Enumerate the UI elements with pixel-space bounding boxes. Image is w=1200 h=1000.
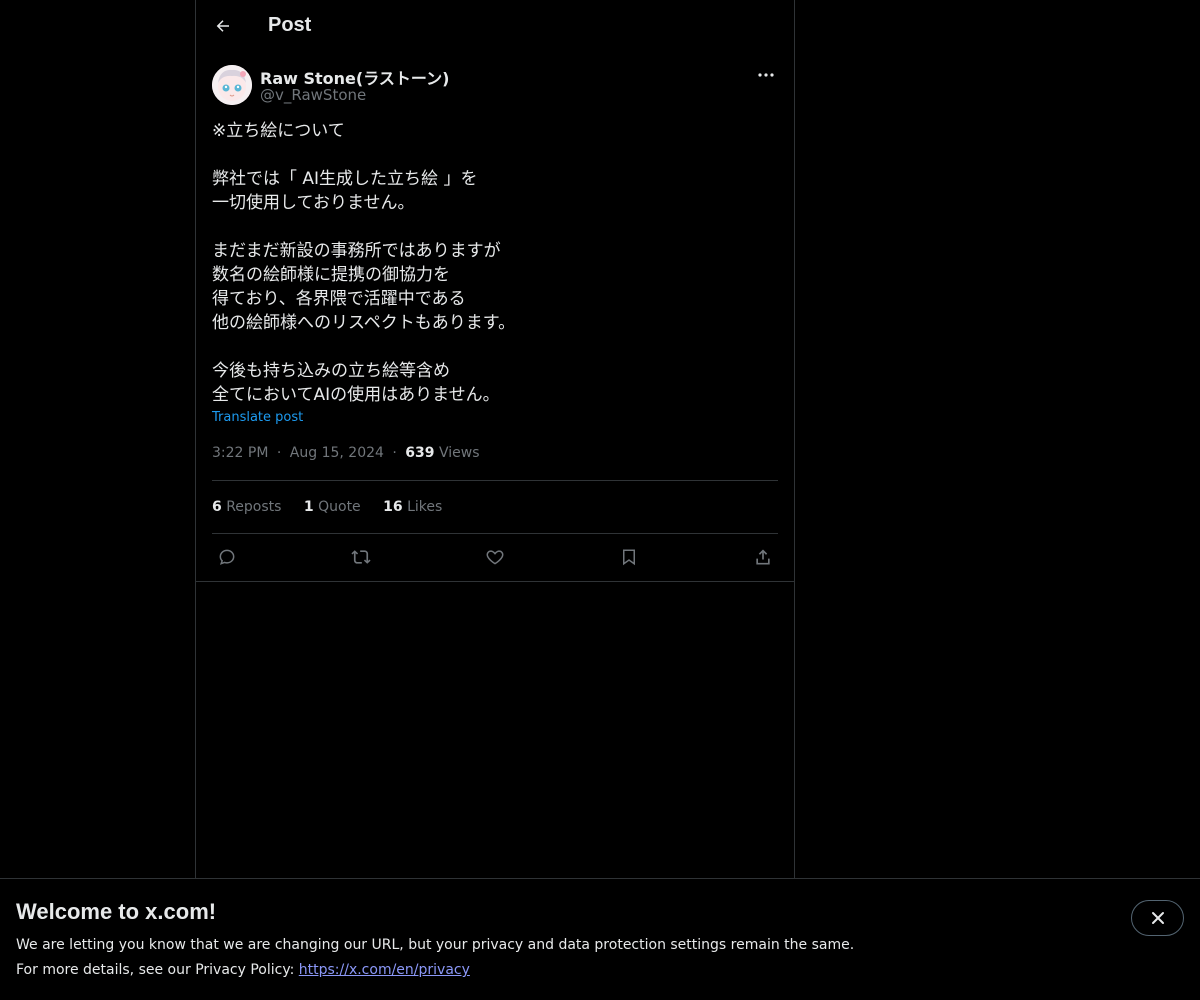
divider [212, 533, 778, 534]
post-text-line: 弊社では「 AI生成した立ち絵 」を [212, 169, 478, 189]
more-options-button[interactable] [754, 65, 778, 85]
author-handle[interactable]: @v_RawStone [260, 86, 366, 104]
post-text-line: ※立ち絵について [212, 121, 345, 141]
post-text-line: 数名の絵師様に提携の御協力を [212, 265, 450, 285]
post-time[interactable]: 3:22 PM [212, 445, 268, 461]
post-text-line: まだまだ新設の事務所ではありますが [212, 241, 501, 261]
page-header: Post [196, 0, 794, 53]
reply-button[interactable] [212, 545, 242, 569]
reply-icon [219, 549, 235, 565]
post-date[interactable]: Aug 15, 2024 [290, 445, 384, 461]
avatar[interactable] [212, 65, 252, 105]
more-icon [758, 73, 774, 77]
bookmark-button[interactable] [614, 545, 644, 569]
post: Raw Stone(ラストーン) @v_RawStone ※立ち絵について 弊社… [212, 63, 778, 566]
page-title: Post [268, 14, 312, 36]
post-text-line: 全てにおいてAIの使用はありません。 [212, 385, 500, 405]
post-text-line [212, 143, 772, 167]
repost-button[interactable] [346, 545, 376, 569]
post-text-line: 今後も持ち込みの立ち絵等含め [212, 361, 450, 381]
reposts-label: Reposts [226, 499, 282, 515]
meta-separator: · [392, 445, 397, 461]
share-icon [756, 549, 770, 565]
views-count: 639 [405, 445, 435, 461]
column-divider [195, 581, 795, 582]
translate-post-link[interactable]: Translate post [212, 410, 303, 425]
post-text-line: 得ており、各界隈で活躍中である [212, 289, 466, 309]
privacy-policy-link[interactable]: https://x.com/en/privacy [299, 962, 470, 978]
quote-label: Quote [318, 499, 361, 515]
reposts-stat[interactable]: 6 Reposts [212, 499, 281, 515]
meta-separator: · [276, 445, 282, 461]
close-icon [1151, 912, 1164, 924]
post-text-line: 一切使用しておりません。 [212, 193, 415, 213]
post-text-line [212, 335, 772, 359]
main-column: Post Raw Stone(ラストーン) @v_RawStone ※立ち絵につ… [195, 0, 795, 878]
share-button[interactable] [748, 545, 778, 569]
views-label: Views [438, 445, 480, 461]
likes-label: Likes [407, 499, 443, 515]
banner-privacy-note: For more details, see our Privacy Policy… [16, 962, 470, 978]
reposts-count: 6 [212, 499, 222, 515]
author-row: Raw Stone(ラストーン) @v_RawStone [212, 63, 778, 107]
repost-icon [351, 550, 371, 564]
close-banner-button[interactable] [1131, 900, 1184, 936]
divider [212, 480, 778, 481]
likes-stat[interactable]: 16 Likes [383, 499, 442, 515]
post-text: ※立ち絵について 弊社では「 AI生成した立ち絵 」を 一切使用しておりません。… [212, 119, 772, 407]
banner-privacy-prefix: For more details, see our Privacy Policy… [16, 962, 299, 978]
quote-stat[interactable]: 1 Quote [304, 499, 361, 515]
post-actions [212, 545, 778, 569]
arrow-left-icon [216, 20, 229, 32]
banner-title: Welcome to x.com! [16, 899, 217, 924]
post-text-line [212, 215, 772, 239]
post-meta: 3:22 PM · Aug 15, 2024 · 639 Views [212, 445, 480, 461]
quote-count: 1 [303, 499, 314, 515]
bookmark-icon [623, 549, 635, 566]
like-button[interactable] [480, 545, 510, 569]
heart-icon [486, 550, 504, 565]
banner-message: We are letting you know that we are chan… [16, 937, 855, 953]
avatar-illustration [212, 65, 252, 105]
welcome-banner: Welcome to x.com! We are letting you kno… [0, 878, 1200, 1000]
back-button[interactable] [208, 11, 238, 41]
likes-count: 16 [383, 499, 403, 515]
post-stats: 6 Reposts 1 Quote 16 Likes [212, 499, 460, 515]
post-text-line: 他の絵師様へのリスペクトもあります。 [212, 313, 516, 333]
